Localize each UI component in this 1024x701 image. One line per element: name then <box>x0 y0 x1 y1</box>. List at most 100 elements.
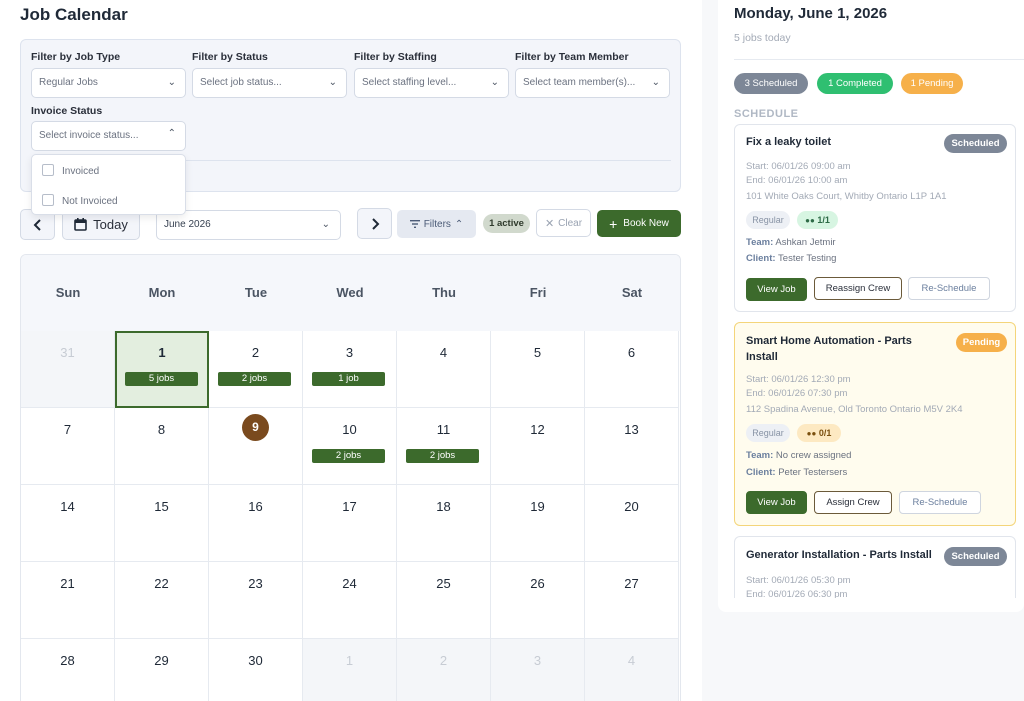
calendar-day[interactable]: 15 <box>115 485 209 562</box>
crew-tag: ●● 0/1 <box>797 424 841 442</box>
day-number: 10 <box>342 422 357 437</box>
clear-button[interactable]: ✕ Clear <box>536 209 591 237</box>
calendar-day[interactable]: 19 <box>491 485 585 562</box>
calendar-day[interactable]: 18 <box>397 485 491 562</box>
staffing-select[interactable]: Select staffing level... ⌄ <box>354 68 509 98</box>
day-number: 20 <box>624 499 639 514</box>
calendar-day[interactable]: 22 <box>115 562 209 639</box>
calendar-day[interactable]: 13 <box>585 408 679 485</box>
job-start: Start: 06/01/26 05:30 pm <box>746 575 851 586</box>
job-end: End: 06/01/26 06:30 pm <box>746 589 848 598</box>
reschedule-button[interactable]: Re-Schedule <box>908 277 990 300</box>
calendar-day[interactable]: 16 <box>209 485 303 562</box>
staffing-placeholder: Select staffing level... <box>362 77 457 88</box>
calendar-day[interactable]: 4 <box>397 331 491 408</box>
job-end: End: 06/01/26 07:30 pm <box>746 388 848 399</box>
day-number: 3 <box>533 653 542 668</box>
calendar-day[interactable]: 27 <box>585 562 679 639</box>
job-count-bar[interactable]: 1 job <box>312 372 385 386</box>
day-number: 1 <box>158 345 166 360</box>
view-job-button[interactable]: View Job <box>746 491 807 514</box>
close-icon: ✕ <box>544 217 555 230</box>
chevron-left-icon <box>33 218 41 231</box>
calendar-day[interactable]: 8 <box>115 408 209 485</box>
calendar-day[interactable]: 26 <box>491 562 585 639</box>
divider <box>734 59 1024 60</box>
job-count-bar[interactable]: 5 jobs <box>125 372 198 386</box>
job-card[interactable]: Fix a leaky toilet Scheduled Start: 06/0… <box>734 124 1016 312</box>
view-job-button[interactable]: View Job <box>746 278 807 301</box>
job-count-bar[interactable]: 2 jobs <box>406 449 479 463</box>
calendar-day[interactable]: 31 <box>21 331 115 408</box>
job-card[interactable]: Smart Home Automation - Parts Install Pe… <box>734 322 1016 526</box>
calendar-day[interactable]: 10 2 jobs <box>303 408 397 485</box>
invoice-option-not-invoiced[interactable]: Not Invoiced <box>42 194 118 207</box>
month-value: June 2026 <box>164 219 211 230</box>
day-number: 13 <box>624 422 639 437</box>
filter-icon <box>409 220 420 228</box>
weekday-label: Thu <box>432 285 456 300</box>
reassign-crew-button[interactable]: Reassign Crew <box>814 277 902 300</box>
team-member-select[interactable]: Select team member(s)... ⌄ <box>515 68 670 98</box>
calendar-day[interactable]: 17 <box>303 485 397 562</box>
calendar-day[interactable]: 6 <box>585 331 679 408</box>
calendar-day[interactable]: 2 2 jobs <box>209 331 303 408</box>
day-number: 25 <box>436 576 451 591</box>
checkbox[interactable] <box>42 164 54 176</box>
invoice-select[interactable]: Select invoice status... ⌃ <box>31 121 186 151</box>
day-title: Monday, June 1, 2026 <box>734 5 888 22</box>
calendar-day[interactable]: 4 <box>585 639 679 701</box>
assign-crew-button[interactable]: Assign Crew <box>814 491 892 514</box>
calendar-day[interactable]: 1 <box>303 639 397 701</box>
day-number: 16 <box>248 499 263 514</box>
invoice-option-invoiced[interactable]: Invoiced <box>42 164 99 177</box>
calendar-day[interactable]: 11 2 jobs <box>397 408 491 485</box>
job-count-bar[interactable]: 2 jobs <box>218 372 291 386</box>
month-select[interactable]: June 2026 ⌄ <box>156 210 341 240</box>
job-count-bar[interactable]: 2 jobs <box>312 449 385 463</box>
day-number: 29 <box>154 653 169 668</box>
job-card[interactable]: Generator Installation - Parts Install S… <box>734 536 1016 598</box>
pending-badge: 1 Pending <box>901 73 963 94</box>
book-new-button[interactable]: + Book New <box>597 210 681 237</box>
filters-button[interactable]: Filters ⌃ <box>397 210 476 238</box>
calendar-day[interactable]: 28 <box>21 639 115 701</box>
job-type-select[interactable]: Regular Jobs ⌄ <box>31 68 186 98</box>
day-number: 11 <box>436 422 451 437</box>
day-number: 26 <box>530 576 545 591</box>
day-number: 28 <box>60 653 75 668</box>
calendar-day[interactable]: 2 <box>397 639 491 701</box>
day-number: 8 <box>157 422 166 437</box>
calendar-day[interactable]: 23 <box>209 562 303 639</box>
calendar-day[interactable]: 12 <box>491 408 585 485</box>
users-icon: ●● <box>805 216 815 225</box>
calendar-day[interactable]: 30 <box>209 639 303 701</box>
calendar-day[interactable]: 3 1 job <box>303 331 397 408</box>
chevron-up-icon: ⌃ <box>454 218 464 230</box>
weekday-label: Wed <box>336 285 364 300</box>
team-label: Team: <box>746 237 774 248</box>
active-filter-count: 1 active <box>483 214 530 233</box>
day-number: 14 <box>60 499 75 514</box>
calendar-day[interactable]: 20 <box>585 485 679 562</box>
calendar-day-selected[interactable]: 1 5 jobs <box>115 331 209 408</box>
calendar-day[interactable]: 29 <box>115 639 209 701</box>
chevron-down-icon: ⌄ <box>321 219 330 230</box>
day-panel: Monday, June 1, 2026 5 jobs today 3 Sche… <box>718 0 1024 701</box>
calendar-day[interactable]: 3 <box>491 639 585 701</box>
calendar-day[interactable]: 21 <box>21 562 115 639</box>
day-number: 24 <box>342 576 357 591</box>
checkbox[interactable] <box>42 194 54 206</box>
calendar-day[interactable]: 5 <box>491 331 585 408</box>
reschedule-button[interactable]: Re-Schedule <box>899 491 981 514</box>
calendar-day[interactable]: 7 <box>21 408 115 485</box>
status-select[interactable]: Select job status... ⌄ <box>192 68 347 98</box>
calendar-day[interactable]: 24 <box>303 562 397 639</box>
next-month-button[interactable] <box>357 208 392 239</box>
calendar-day[interactable]: 14 <box>21 485 115 562</box>
day-number: 2 <box>251 345 260 360</box>
calendar-day[interactable]: 9 <box>209 408 303 485</box>
divider <box>185 160 671 161</box>
calendar-day[interactable]: 25 <box>397 562 491 639</box>
chevron-down-icon: ⌄ <box>328 77 337 88</box>
